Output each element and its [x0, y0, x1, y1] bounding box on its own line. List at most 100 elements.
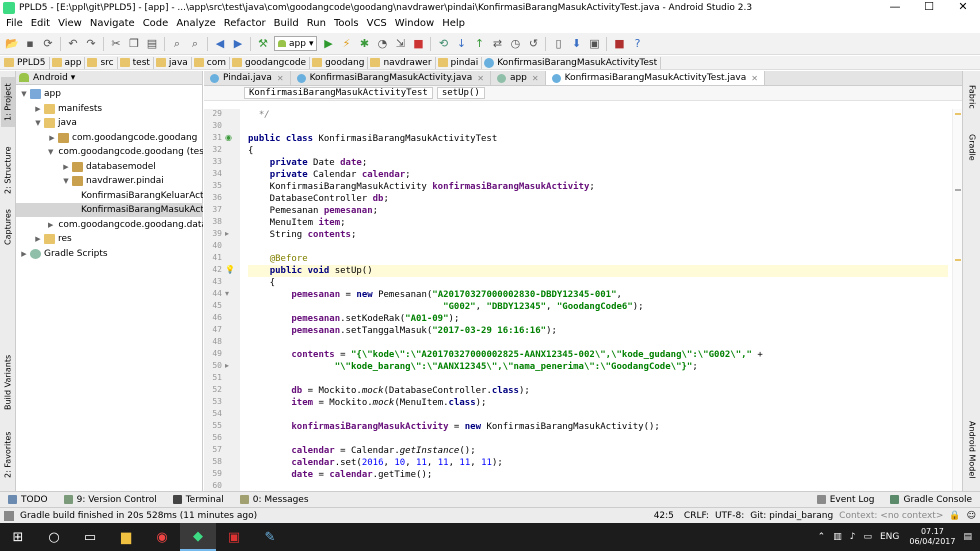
menu-tools[interactable]: Tools: [330, 18, 363, 29]
menu-navigate[interactable]: Navigate: [86, 18, 139, 29]
minimize-button[interactable]: —: [878, 0, 912, 15]
menu-file[interactable]: File: [2, 18, 27, 29]
find-icon[interactable]: ⌕: [169, 36, 185, 52]
menu-view[interactable]: View: [54, 18, 86, 29]
undo-icon[interactable]: ↶: [65, 36, 81, 52]
debug-icon[interactable]: ✱: [356, 36, 372, 52]
nav-crumb-test[interactable]: test: [118, 56, 154, 69]
android-studio-taskbar-icon[interactable]: ◆: [180, 523, 216, 551]
redo-icon[interactable]: ↷: [83, 36, 99, 52]
tool-tab-project[interactable]: 1: Project: [1, 77, 15, 127]
paint-icon[interactable]: ✎: [252, 523, 288, 551]
menu-edit[interactable]: Edit: [27, 18, 54, 29]
tool-tab-gradle[interactable]: Gradle: [965, 127, 979, 167]
menu-vcs[interactable]: VCS: [363, 18, 391, 29]
make-project-icon[interactable]: ⚒: [255, 36, 271, 52]
attach-debugger-icon[interactable]: ⇲: [392, 36, 408, 52]
open-icon[interactable]: 📂: [4, 36, 20, 52]
nav-crumb-java[interactable]: java: [154, 56, 192, 69]
layout-icon[interactable]: [4, 510, 14, 521]
vcs-update-icon[interactable]: ↓: [453, 36, 469, 52]
battery-icon[interactable]: ▭: [863, 532, 872, 542]
back-icon[interactable]: ◀: [212, 36, 228, 52]
vcs-commit-icon[interactable]: ↑: [471, 36, 487, 52]
avd-manager-icon[interactable]: ▯: [550, 36, 566, 52]
fold-icon[interactable]: ▸: [225, 229, 229, 238]
tab-konfirmasi-activity[interactable]: KonfirmasiBarangMasukActivity.java ✕: [291, 71, 491, 85]
expand-arrow-icon[interactable]: ▶: [48, 221, 53, 229]
expand-arrow-icon[interactable]: ▶: [34, 105, 42, 113]
run-gutter-icon[interactable]: ◉: [225, 133, 232, 142]
file-explorer-icon[interactable]: ▆: [108, 523, 144, 551]
sdk-manager-icon[interactable]: ⬇: [568, 36, 584, 52]
file-encoding[interactable]: UTF-8:: [715, 511, 744, 521]
search-icon[interactable]: ○: [36, 523, 72, 551]
maximize-button[interactable]: ☐: [912, 0, 946, 15]
nav-crumb-project[interactable]: PPLD5: [2, 56, 50, 69]
help-icon[interactable]: ?: [629, 36, 645, 52]
fold-icon[interactable]: ▾: [225, 289, 229, 298]
plugin-icon[interactable]: ■: [611, 36, 627, 52]
menu-help[interactable]: Help: [438, 18, 469, 29]
nav-crumb-src[interactable]: src: [85, 56, 118, 69]
profile-icon[interactable]: ◔: [374, 36, 390, 52]
chrome-icon[interactable]: ◉: [144, 523, 180, 551]
start-button[interactable]: ⊞: [0, 523, 36, 551]
copy-icon[interactable]: ❐: [126, 36, 142, 52]
tab-konfirmasi-activity-test[interactable]: KonfirmasiBarangMasukActivityTest.java ✕: [545, 71, 765, 85]
nav-crumb-goodangcode[interactable]: goodangcode: [230, 56, 311, 69]
tree-item[interactable]: ▼ app: [16, 87, 203, 101]
editor-scrollbar[interactable]: [952, 109, 962, 491]
cut-icon[interactable]: ✂: [108, 36, 124, 52]
vcs-revert-icon[interactable]: ↺: [525, 36, 541, 52]
warning-marker[interactable]: [955, 113, 961, 115]
close-button[interactable]: ✕: [946, 0, 980, 15]
tray-up-icon[interactable]: ⌃: [818, 532, 826, 542]
save-icon[interactable]: ▪: [22, 36, 38, 52]
menu-run[interactable]: Run: [303, 18, 330, 29]
expand-arrow-icon[interactable]: ▶: [62, 163, 70, 171]
line-separator[interactable]: CRLF:: [684, 511, 709, 521]
run-icon[interactable]: ▶: [320, 36, 336, 52]
close-icon[interactable]: ✕: [532, 74, 539, 83]
tool-tab-todo[interactable]: TODO: [0, 495, 56, 505]
nav-crumb-class[interactable]: KonfirmasiBarangMasukActivityTest: [482, 56, 662, 69]
nav-crumb-navdrawer[interactable]: navdrawer: [368, 56, 436, 69]
close-icon[interactable]: ✕: [751, 74, 758, 83]
nav-crumb-goodang[interactable]: goodang: [310, 56, 369, 69]
tool-tab-android-model[interactable]: Android Model: [965, 415, 979, 485]
vcs-compare-icon[interactable]: ⇄: [489, 36, 505, 52]
tool-tab-fabric[interactable]: Fabric: [965, 79, 979, 115]
apply-changes-icon[interactable]: ⚡: [338, 36, 354, 52]
paste-icon[interactable]: ▤: [144, 36, 160, 52]
clock[interactable]: 07.17 06/04/2017: [909, 527, 955, 547]
nav-crumb-pindai[interactable]: pindai: [436, 56, 483, 69]
code-area[interactable]: */ public class KonfirmasiBarangMasukAct…: [248, 109, 948, 491]
lock-icon[interactable]: 🔒: [949, 511, 960, 521]
nav-crumb-com[interactable]: com: [192, 56, 231, 69]
expand-arrow-icon[interactable]: ▶: [34, 235, 42, 243]
replace-icon[interactable]: ⌕: [187, 36, 203, 52]
git-branch[interactable]: Git: pindai_barang: [750, 511, 833, 521]
tree-item[interactable]: ▶ res: [16, 232, 203, 246]
tool-tab-gradle-console[interactable]: Gradle Console: [882, 495, 980, 505]
tool-tab-structure[interactable]: 2: Structure: [1, 141, 15, 199]
usage-marker[interactable]: [955, 189, 961, 191]
expand-arrow-icon[interactable]: ▼: [20, 90, 28, 98]
fold-icon[interactable]: ▸: [225, 361, 229, 370]
tool-tab-captures[interactable]: Captures: [1, 207, 15, 247]
close-icon[interactable]: ✕: [277, 74, 284, 83]
inspector-icon[interactable]: ☺: [967, 511, 976, 521]
menu-code[interactable]: Code: [139, 18, 173, 29]
warning-marker[interactable]: [955, 259, 961, 261]
language-indicator[interactable]: ENG: [880, 532, 899, 542]
tree-item[interactable]: ▼ java: [16, 116, 203, 130]
forward-icon[interactable]: ▶: [230, 36, 246, 52]
expand-arrow-icon[interactable]: ▼: [48, 148, 53, 156]
stop-icon[interactable]: ■: [410, 36, 426, 52]
tool-tab-favorites[interactable]: 2: Favorites: [1, 427, 15, 483]
tool-tab-event-log[interactable]: Event Log: [809, 495, 883, 505]
tab-pindai[interactable]: Pindai.java ✕: [204, 71, 291, 85]
nav-crumb-app[interactable]: app: [50, 56, 86, 69]
tree-item[interactable]: KonfirmasiBarangKeluarActivityTest: [16, 189, 203, 203]
